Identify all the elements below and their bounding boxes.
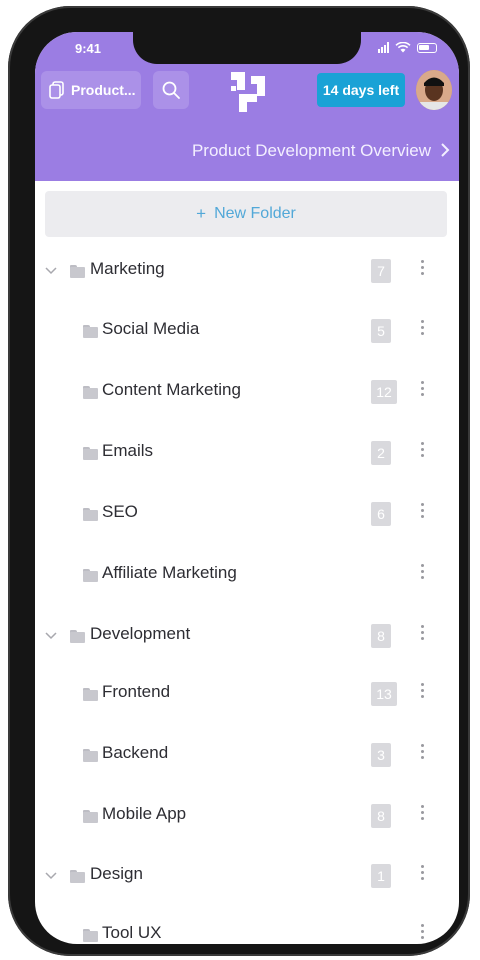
folder-label: SEO bbox=[102, 502, 138, 521]
item-count-badge: 5 bbox=[371, 319, 391, 343]
search-icon bbox=[162, 81, 180, 99]
breadcrumb-bar: Product Development Overview bbox=[35, 122, 459, 181]
folder-icon bbox=[83, 749, 98, 762]
folder-icon bbox=[83, 386, 98, 399]
folder-label: Social Media bbox=[102, 319, 200, 338]
folder-icon bbox=[83, 810, 98, 823]
avatar-image-icon bbox=[416, 70, 452, 110]
more-options-icon[interactable] bbox=[419, 803, 425, 827]
chevron-down-icon[interactable] bbox=[45, 265, 57, 277]
folder-label: Marketing bbox=[90, 259, 165, 278]
folder-label: Development bbox=[90, 624, 191, 643]
item-count-badge: 12 bbox=[371, 380, 397, 404]
user-avatar[interactable] bbox=[416, 70, 452, 110]
folder-label: Design bbox=[90, 864, 143, 883]
new-folder-label: New Folder bbox=[214, 205, 296, 222]
more-options-icon[interactable] bbox=[419, 318, 425, 342]
status-time: 9:41 bbox=[75, 41, 102, 56]
more-options-icon[interactable] bbox=[419, 681, 425, 705]
more-options-icon[interactable] bbox=[419, 623, 425, 647]
folder-row[interactable]: Development 8 bbox=[35, 618, 459, 658]
cellular-signal-icon bbox=[378, 42, 389, 53]
battery-icon bbox=[417, 42, 437, 53]
folder-row[interactable]: Design 1 bbox=[35, 858, 459, 898]
chevron-down-icon[interactable] bbox=[45, 630, 57, 642]
folder-row[interactable]: Frontend 13 bbox=[35, 676, 459, 716]
folder-row[interactable]: Backend 3 bbox=[35, 737, 459, 777]
phone-frame: 9:41 Product... 14 days left Product Dev… bbox=[8, 6, 470, 956]
folder-row[interactable]: SEO 6 bbox=[35, 496, 459, 536]
more-options-icon[interactable] bbox=[419, 501, 425, 525]
item-count-badge: 1 bbox=[371, 864, 391, 888]
folder-icon bbox=[83, 569, 98, 582]
more-options-icon[interactable] bbox=[419, 379, 425, 403]
more-options-icon[interactable] bbox=[419, 440, 425, 464]
folder-icon bbox=[83, 929, 98, 942]
more-options-icon[interactable] bbox=[419, 922, 425, 944]
plus-icon: + bbox=[196, 204, 207, 223]
item-count-badge: 7 bbox=[371, 259, 391, 283]
copy-pages-icon bbox=[49, 81, 64, 99]
workspace-switcher-button[interactable]: Product... bbox=[41, 71, 141, 109]
item-count-badge: 6 bbox=[371, 502, 391, 526]
status-icons bbox=[378, 42, 437, 53]
app-logo-icon bbox=[231, 72, 265, 112]
folder-icon bbox=[83, 447, 98, 460]
folder-icon bbox=[83, 508, 98, 521]
app-header: Product... 14 days left bbox=[35, 62, 459, 122]
folder-label: Tool UX bbox=[102, 923, 162, 942]
folder-icon bbox=[70, 870, 85, 883]
folder-icon bbox=[70, 630, 85, 643]
more-options-icon[interactable] bbox=[419, 562, 425, 586]
folder-row[interactable]: Social Media 5 bbox=[35, 313, 459, 353]
item-count-badge: 3 bbox=[371, 743, 391, 767]
more-options-icon[interactable] bbox=[419, 863, 425, 887]
device-notch bbox=[133, 32, 361, 64]
trial-days-badge[interactable]: 14 days left bbox=[317, 73, 405, 107]
folder-label: Backend bbox=[102, 743, 169, 762]
folder-icon bbox=[83, 325, 98, 338]
search-button[interactable] bbox=[153, 71, 189, 109]
chevron-down-icon[interactable] bbox=[45, 870, 57, 882]
folder-label: Emails bbox=[102, 441, 154, 460]
more-options-icon[interactable] bbox=[419, 742, 425, 766]
folder-label: Content Marketing bbox=[102, 380, 241, 399]
folder-icon bbox=[83, 688, 98, 701]
app-screen: 9:41 Product... 14 days left Product Dev… bbox=[35, 32, 459, 944]
chevron-right-icon[interactable] bbox=[439, 142, 451, 158]
new-folder-button[interactable]: + New Folder bbox=[45, 191, 447, 237]
folder-label: Frontend bbox=[102, 682, 171, 701]
folder-label: Affiliate Marketing bbox=[102, 563, 237, 582]
folder-label: Mobile App bbox=[102, 804, 187, 823]
folder-row[interactable]: Emails 2 bbox=[35, 435, 459, 475]
item-count-badge: 13 bbox=[371, 682, 397, 706]
item-count-badge: 2 bbox=[371, 441, 391, 465]
item-count-badge: 8 bbox=[371, 804, 391, 828]
more-options-icon[interactable] bbox=[419, 258, 425, 282]
workspace-label: Product... bbox=[71, 82, 136, 98]
folder-row[interactable]: Tool UX bbox=[35, 917, 459, 944]
folder-row[interactable]: Marketing 7 bbox=[35, 253, 459, 293]
folder-row[interactable]: Affiliate Marketing bbox=[35, 557, 459, 597]
folder-icon bbox=[70, 265, 85, 278]
folder-row[interactable]: Content Marketing 12 bbox=[35, 374, 459, 414]
wifi-icon bbox=[395, 42, 411, 53]
breadcrumb-title[interactable]: Product Development Overview bbox=[192, 141, 431, 161]
item-count-badge: 8 bbox=[371, 624, 391, 648]
folder-row[interactable]: Mobile App 8 bbox=[35, 798, 459, 838]
